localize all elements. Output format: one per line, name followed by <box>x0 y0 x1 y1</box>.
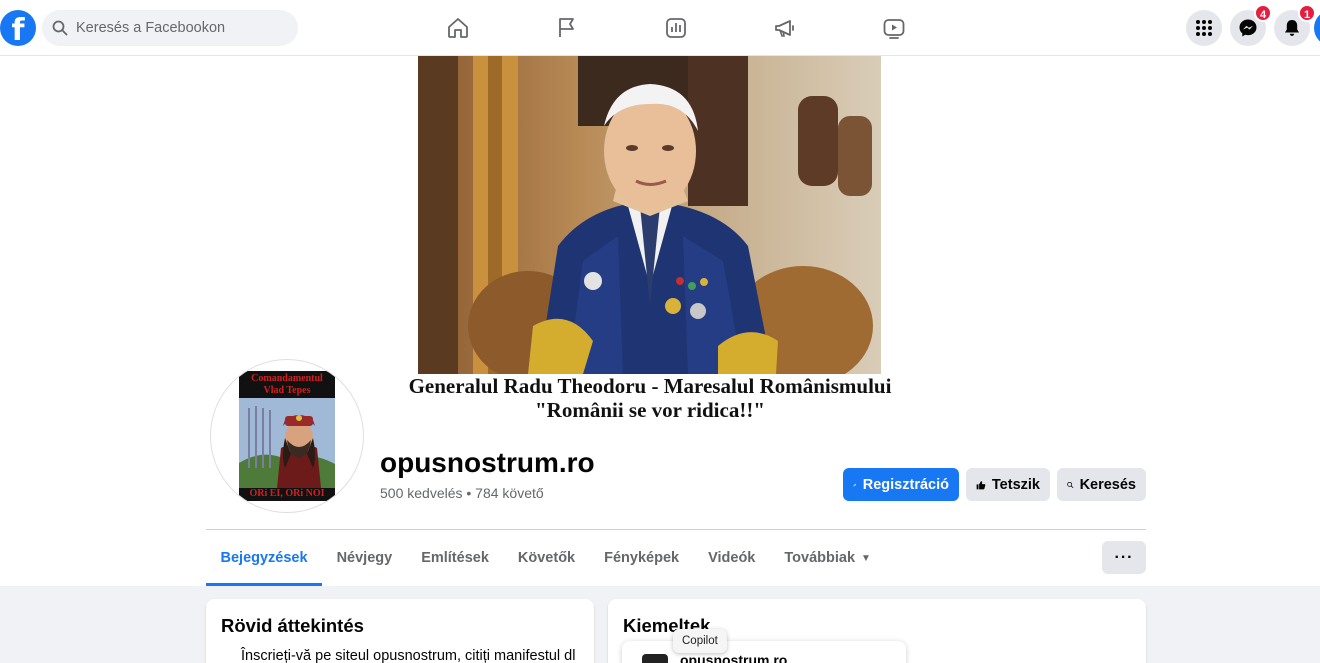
cover-photo-image <box>418 56 881 374</box>
register-button[interactable]: Regisztráció <box>843 468 959 501</box>
tab-about[interactable]: Névjegy <box>322 530 407 586</box>
search-icon <box>52 20 68 36</box>
home-icon[interactable] <box>446 14 470 42</box>
cover-caption-line-1: Generalul Radu Theodoru - Maresalul Româ… <box>408 374 892 398</box>
messenger-badge: 4 <box>1254 4 1272 22</box>
menu-grid-button[interactable] <box>1186 10 1222 46</box>
search-box[interactable] <box>42 10 298 46</box>
highlight-item[interactable]: opusnostrum.ro <box>622 641 906 663</box>
messenger-button[interactable]: 4 <box>1230 4 1272 46</box>
intro-title: Rövid áttekintés <box>221 615 364 636</box>
tab-videos[interactable]: Videók <box>694 530 770 586</box>
intro-text: Înscrieți-vă pe siteul opusnostrum, citi… <box>241 648 576 663</box>
chart-icon[interactable] <box>664 14 688 42</box>
copilot-tooltip: Copilot <box>673 629 727 653</box>
notifications-button[interactable]: 1 <box>1274 4 1316 46</box>
page-header-section: Generalul Radu Theodoru - Maresalul Româ… <box>0 56 1320 586</box>
register-button-label: Regisztráció <box>862 476 949 493</box>
tab-photos-label: Fényképek <box>604 550 680 566</box>
tab-about-label: Névjegy <box>336 550 393 566</box>
tab-followers-label: Követők <box>517 550 576 566</box>
profile-picture-artwork: Comandamentul Vlad Tepes ORi EI, ORi NOI <box>239 371 335 501</box>
cover-photo[interactable] <box>418 56 881 374</box>
tab-photos[interactable]: Fényképek <box>590 530 694 586</box>
like-button-label: Tetszik <box>991 476 1040 493</box>
vlad-tepes-portrait <box>239 398 335 488</box>
page-title: opusnostrum.ro <box>380 447 595 478</box>
flag-icon[interactable] <box>555 14 579 42</box>
search-icon <box>1067 481 1074 488</box>
highlight-item-name: opusnostrum.ro <box>680 652 788 663</box>
facebook-logo-letter: f <box>11 13 25 46</box>
avatar-top-text-1: Comandamentul <box>251 373 323 384</box>
more-options-button[interactable]: ··· <box>1102 541 1146 574</box>
page-search-button[interactable]: Keresés <box>1057 468 1146 501</box>
page-search-button-label: Keresés <box>1079 476 1136 493</box>
page-profile-picture[interactable]: Comandamentul Vlad Tepes ORi EI, ORi NOI <box>210 359 364 513</box>
facebook-logo[interactable]: f <box>0 10 36 46</box>
top-navigation-bar: f 4 1 <box>0 0 1320 56</box>
page-tabs: Bejegyzések Névjegy Említések Követők Fé… <box>206 530 885 586</box>
tab-more-label: Továbbiak <box>784 550 856 566</box>
cover-caption-line-2: "Românii se vor ridica!!" <box>535 398 765 422</box>
page-stats: 500 kedvelés • 784 követő <box>380 485 544 501</box>
tab-mentions[interactable]: Említések <box>407 530 504 586</box>
tab-more[interactable]: Továbbiak ▼ <box>770 530 886 586</box>
avatar-bottom-text: ORi EI, ORi NOI <box>249 488 325 499</box>
tab-posts[interactable]: Bejegyzések <box>206 530 323 586</box>
notifications-badge: 1 <box>1298 4 1316 22</box>
intro-card: Rövid áttekintés Înscrieți-vă pe siteul … <box>206 599 594 663</box>
tab-posts-label: Bejegyzések <box>220 550 308 566</box>
like-button[interactable]: Tetszik <box>966 468 1050 501</box>
video-icon[interactable] <box>882 14 906 42</box>
pencil-icon <box>853 483 857 486</box>
search-input[interactable] <box>76 20 276 36</box>
tab-mentions-label: Említések <box>421 550 489 566</box>
cover-caption: Generalul Radu Theodoru - Maresalul Româ… <box>340 374 960 422</box>
tab-videos-label: Videók <box>708 550 756 566</box>
messenger-icon <box>1239 19 1257 37</box>
avatar-top-text-2: Vlad Tepes <box>263 385 311 396</box>
thumbs-up-icon <box>976 480 986 489</box>
tab-followers[interactable]: Követők <box>503 530 589 586</box>
highlight-thumbnail <box>642 654 668 663</box>
bell-icon <box>1285 20 1299 36</box>
caret-down-icon: ▼ <box>861 552 871 564</box>
menu-grid-icon <box>1196 20 1212 36</box>
megaphone-icon[interactable] <box>773 14 797 42</box>
